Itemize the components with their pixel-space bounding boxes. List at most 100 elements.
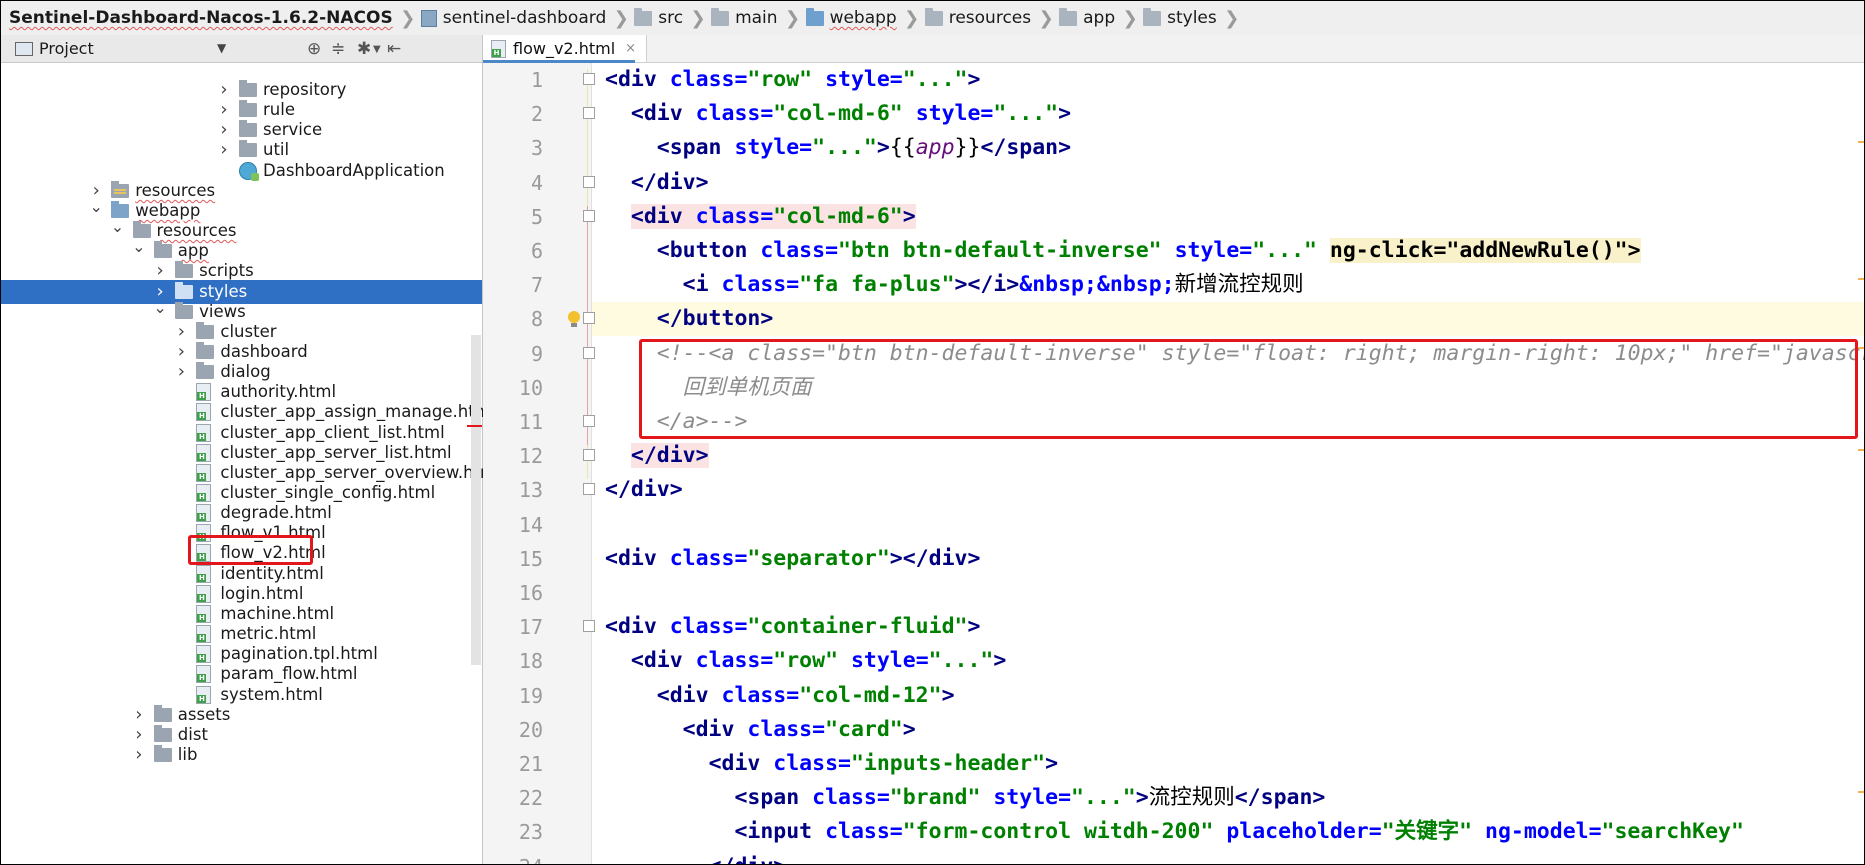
gear-dropdown-icon[interactable]: ▼ — [373, 44, 381, 55]
code-token: class= — [669, 545, 748, 571]
chevron-right-icon[interactable]: › — [132, 743, 146, 767]
breadcrumb-label: sentinel-dashboard — [442, 8, 607, 28]
code-token: style= — [825, 67, 903, 92]
annotation-highlight-box — [639, 338, 1858, 440]
code-token: > — [1627, 238, 1641, 263]
error-stripe-mark[interactable] — [1858, 449, 1864, 452]
code-line: <div class="card"> — [605, 713, 916, 747]
code-token: <div — [630, 101, 696, 127]
code-token: </div> — [709, 854, 787, 864]
html-file-icon — [196, 443, 212, 462]
breadcrumb-separator-icon: ❯ — [1122, 7, 1138, 29]
code-token: <div — [656, 682, 722, 708]
code-token: </div> — [605, 477, 683, 503]
line-number: 2 — [530, 102, 543, 127]
error-stripe-mark[interactable] — [1858, 141, 1864, 144]
chevron-down-icon[interactable]: ⌄ — [153, 296, 167, 320]
breadcrumb-item[interactable]: resources — [919, 1, 1039, 35]
fold-marker-icon[interactable] — [583, 107, 595, 120]
html-file-icon — [196, 645, 212, 664]
locate-target-icon[interactable]: ⊕ — [307, 39, 321, 59]
code-token: style= — [915, 101, 994, 127]
collapse-all-icon[interactable]: ≑ — [331, 39, 345, 59]
fold-marker-icon[interactable] — [583, 312, 595, 325]
folder-icon — [1059, 7, 1078, 26]
close-icon[interactable]: × — [625, 41, 636, 56]
fold-marker-icon[interactable] — [583, 449, 595, 462]
gear-icon[interactable]: ✱ — [357, 39, 371, 59]
code-token: style= — [993, 785, 1072, 811]
code-token: &nbsp;&nbsp; — [1019, 272, 1175, 298]
line-number: 23 — [518, 820, 543, 845]
code-token: class= — [760, 238, 839, 263]
fold-marker-icon[interactable] — [583, 415, 595, 427]
code-line: <div class="row" style="..."> — [605, 644, 1006, 678]
code-line: <input class="form-control witdh-200" pl… — [605, 815, 1744, 849]
html-file-icon — [196, 504, 212, 523]
folder-icon — [153, 704, 172, 722]
intention-bulb-icon[interactable] — [567, 311, 581, 328]
tree-scrollbar[interactable] — [471, 335, 481, 665]
hide-panel-icon[interactable]: ⇤ — [387, 39, 401, 59]
line-number: 10 — [518, 375, 543, 400]
line-number: 17 — [518, 615, 543, 640]
chevron-down-icon[interactable]: ⌄ — [132, 235, 146, 259]
chevron-down-icon[interactable]: ▼ — [217, 41, 226, 55]
breadcrumb-item[interactable]: styles — [1137, 1, 1225, 35]
html-file-icon — [196, 665, 212, 684]
line-number: 16 — [518, 581, 543, 605]
code-line: <span class="brand" style="...">流控规则</sp… — [605, 781, 1325, 815]
html-file-icon — [196, 564, 212, 583]
code-token: > — [1058, 101, 1072, 127]
breadcrumb-item[interactable]: main — [705, 1, 785, 35]
error-stripe-mark[interactable] — [1858, 278, 1864, 281]
fold-marker-icon[interactable] — [583, 73, 595, 85]
code-token: "..." — [902, 67, 968, 92]
code-token: </span> — [1234, 785, 1326, 811]
fold-marker-icon[interactable] — [583, 175, 595, 188]
folder-icon — [239, 140, 257, 158]
code-token: ng-click= — [1329, 238, 1447, 263]
breadcrumb-separator-icon: ❯ — [613, 7, 629, 29]
tree-folder-item[interactable]: › lib — [1, 743, 482, 767]
folder-icon — [196, 321, 215, 339]
chevron-down-icon[interactable]: ⌄ — [111, 215, 125, 239]
folder-icon — [239, 100, 257, 118]
fold-marker-icon[interactable] — [583, 209, 595, 222]
code-view[interactable]: 1 <div class="row" style="..."> 2 <div cla… — [483, 63, 1864, 864]
breadcrumb-item[interactable]: src — [628, 1, 691, 35]
code-token: > — [967, 67, 981, 92]
fold-marker-icon[interactable] — [583, 346, 595, 359]
error-stripe-mark[interactable] — [1858, 791, 1864, 794]
code-token: "..." — [1071, 785, 1136, 811]
breadcrumb-separator-icon: ❯ — [690, 7, 706, 29]
breadcrumb-item[interactable]: sentinel-dashboard — [415, 1, 615, 35]
ide-window: Sentinel-Dashboard-Nacos-1.6.2-NACOS ❯ sen… — [0, 0, 1865, 865]
project-panel-header: Project ▼ ⊕ ≑ ✱ ▼ ⇤ — [1, 35, 482, 63]
folder-icon — [153, 241, 172, 259]
breadcrumb-item[interactable]: app — [1053, 1, 1123, 35]
breadcrumb-label: main — [735, 8, 778, 28]
code-token: class= — [695, 203, 774, 229]
code-token: class= — [669, 67, 748, 92]
breadcrumb-item[interactable]: Sentinel-Dashboard-Nacos-1.6.2-NACOS — [1, 1, 401, 35]
project-view-selector[interactable]: Project — [39, 39, 94, 58]
breadcrumb-item[interactable]: webapp — [800, 1, 905, 35]
error-stripe-mark[interactable] — [1858, 346, 1864, 349]
line-number: 14 — [518, 512, 543, 537]
tab-flow-v2[interactable]: flow_v2.html × — [483, 35, 648, 62]
code-token: > — [941, 682, 955, 708]
code-token: "searchKey" — [1601, 819, 1744, 845]
chevron-down-icon[interactable]: ⌄ — [89, 195, 103, 219]
fold-marker-icon[interactable] — [583, 483, 595, 496]
html-file-icon — [196, 423, 212, 442]
html-file-icon — [196, 463, 212, 482]
fold-marker-icon[interactable] — [583, 620, 595, 633]
code-token: "col-md-6" — [773, 101, 916, 127]
code-token: placeholder= — [1226, 819, 1382, 845]
code-line: </div> — [605, 850, 787, 864]
